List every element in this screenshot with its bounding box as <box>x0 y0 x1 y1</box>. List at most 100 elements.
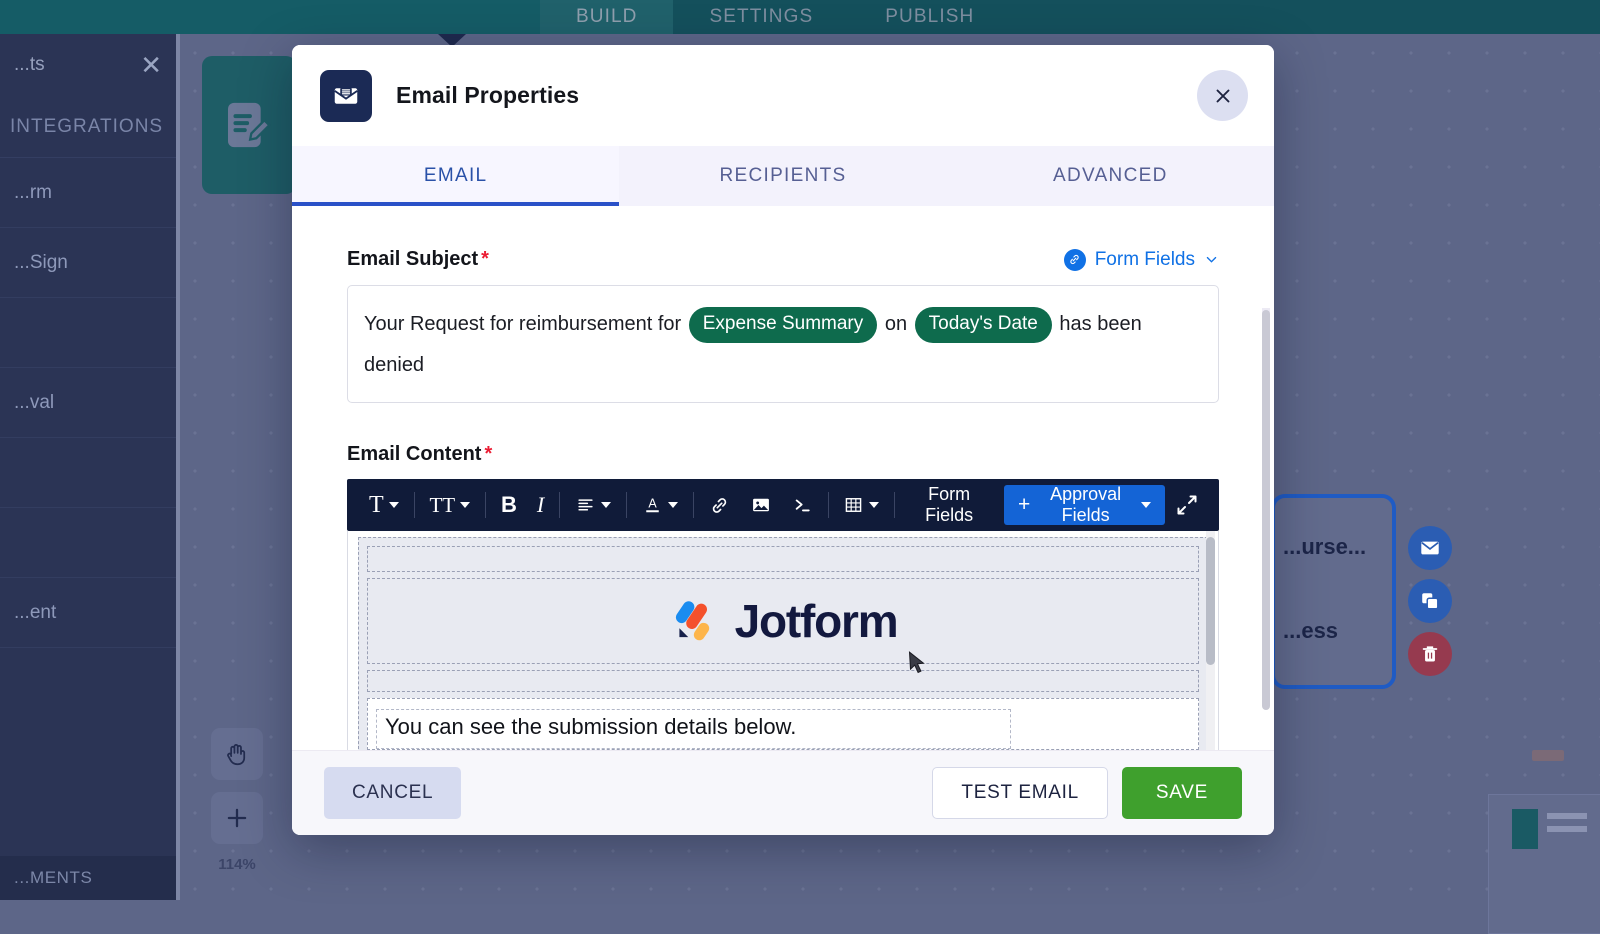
subject-form-fields-dropdown[interactable]: Form Fields <box>1064 249 1219 271</box>
tab-recipients[interactable]: RECIPIENTS <box>619 146 946 206</box>
align-icon <box>575 496 596 514</box>
jotform-logo: Jotform <box>669 594 898 648</box>
sidebar-item-form[interactable]: ...rm <box>0 158 176 228</box>
sidebar-footer-label: ...MENTS <box>14 868 92 888</box>
link-button[interactable] <box>699 485 740 525</box>
chevron-down-icon <box>668 502 678 508</box>
test-email-button[interactable]: TEST EMAIL <box>932 767 1108 819</box>
toolbar-separator <box>626 492 627 518</box>
tab-email[interactable]: EMAIL <box>292 146 619 206</box>
envelope-properties-icon <box>320 70 372 122</box>
subject-token-expense-summary[interactable]: Expense Summary <box>689 307 878 343</box>
top-nav-tab-settings[interactable]: SETTINGS <box>673 0 849 34</box>
editor-form-fields-label: Form Fields <box>910 484 988 526</box>
cancel-button[interactable]: CANCEL <box>324 767 461 819</box>
svg-text:A: A <box>648 497 657 511</box>
sidebar-item-sign[interactable]: ...Sign <box>0 228 176 298</box>
sidebar-item-blank-3[interactable] <box>0 508 176 578</box>
sidebar-item-label: ...val <box>14 392 54 414</box>
email-template-paragraph[interactable]: You can see the submission details below… <box>376 709 1011 749</box>
email-subject-input[interactable]: Your Request for reimbursement for Expen… <box>347 285 1219 403</box>
sidebar-item-blank-1[interactable] <box>0 298 176 368</box>
font-size-button[interactable]: TT <box>419 485 480 525</box>
subject-text-1: Your Request for reimbursement for <box>364 313 687 335</box>
modal-header: Email Properties <box>292 45 1274 146</box>
duplicate-action-button[interactable] <box>1408 579 1452 623</box>
italic-button[interactable]: I <box>527 485 554 525</box>
email-template-body-block: You can see the submission details below… <box>367 698 1199 750</box>
top-nav-tab-build[interactable]: BUILD <box>540 0 673 34</box>
code-icon <box>792 495 813 515</box>
email-template-logo-row: Jotform <box>367 578 1199 664</box>
top-nav-spacer <box>0 0 540 34</box>
close-icon[interactable] <box>1197 70 1248 121</box>
email-subject-label-text: Email Subject <box>347 248 478 270</box>
tab-recipients-label: RECIPIENTS <box>719 165 846 187</box>
image-button[interactable] <box>740 485 782 525</box>
save-button[interactable]: SAVE <box>1122 767 1242 819</box>
sidebar-item-approval[interactable]: ...val <box>0 368 176 438</box>
canvas-chip <box>1532 750 1564 761</box>
email-content-label: Email Content* <box>347 443 1219 466</box>
hand-icon <box>223 740 251 768</box>
sidebar-title: ...ts <box>14 54 45 76</box>
close-icon[interactable]: ✕ <box>140 52 162 78</box>
workflow-node-line1: ...urse... <box>1283 534 1392 560</box>
text-color-button[interactable]: A <box>632 485 688 525</box>
duplicate-icon <box>1419 590 1441 612</box>
delete-action-button[interactable] <box>1408 632 1452 676</box>
toolbar-separator <box>559 492 560 518</box>
bold-glyph: B <box>501 492 517 518</box>
zoom-percent-label: 114% <box>211 856 263 873</box>
email-subject-label: Email Subject* <box>347 248 489 271</box>
workflow-node-start[interactable] <box>202 56 296 194</box>
workflow-node-selected[interactable]: ...urse... ...ess <box>1271 494 1396 689</box>
text-style-button[interactable]: T <box>359 485 409 525</box>
table-icon <box>843 495 864 515</box>
expand-editor-button[interactable] <box>1165 485 1207 525</box>
tab-advanced[interactable]: ADVANCED <box>947 146 1274 206</box>
form-sign-icon <box>221 97 277 153</box>
source-code-button[interactable] <box>782 485 823 525</box>
editor-form-fields-button[interactable]: Form Fields <box>900 485 998 525</box>
required-mark: * <box>484 443 492 465</box>
toolbar-separator <box>894 492 895 518</box>
toolbar-separator <box>693 492 694 518</box>
top-nav-tab-publish[interactable]: PUBLISH <box>849 0 1010 34</box>
modal-footer: CANCEL TEST EMAIL SAVE <box>292 750 1274 835</box>
email-action-button[interactable] <box>1408 526 1452 570</box>
canvas-zoom-tools: 114% <box>211 728 263 873</box>
sidebar-list: ...rm ...Sign ...val ...ent <box>0 158 176 648</box>
chevron-down-icon <box>389 502 399 508</box>
email-content-body[interactable]: Jotform You can see the submission detai… <box>347 531 1219 750</box>
chevron-down-icon <box>460 502 470 508</box>
email-properties-modal: Email Properties EMAIL RECIPIENTS ADVANC… <box>292 45 1274 835</box>
pan-tool-button[interactable] <box>211 728 263 780</box>
bold-button[interactable]: B <box>491 485 527 525</box>
sidebar-item-label: ...rm <box>14 182 52 204</box>
top-nav-tab-settings-label: SETTINGS <box>709 6 813 28</box>
sidebar-tab-integrations[interactable]: INTEGRATIONS <box>0 96 176 158</box>
subject-token-todays-date[interactable]: Today's Date <box>915 307 1052 343</box>
plus-icon: + <box>1018 493 1030 517</box>
required-mark: * <box>481 248 489 270</box>
sidebar-item-payment[interactable]: ...ent <box>0 578 176 648</box>
editor-toolbar: T TT B I <box>347 479 1219 531</box>
zoom-in-button[interactable] <box>211 792 263 844</box>
canvas-card-partial[interactable] <box>1488 794 1600 934</box>
sidebar-item-label: ...ent <box>14 602 56 624</box>
left-sidebar: ...ts ✕ INTEGRATIONS ...rm ...Sign ...va… <box>0 34 176 900</box>
top-nav-tab-publish-label: PUBLISH <box>885 6 974 28</box>
editor-scrollbar-thumb[interactable] <box>1206 537 1215 665</box>
jotform-wordmark: Jotform <box>735 594 898 648</box>
sidebar-item-blank-2[interactable] <box>0 438 176 508</box>
sidebar-footer[interactable]: ...MENTS <box>0 856 176 900</box>
sidebar-item-label: ...Sign <box>14 252 68 274</box>
link-icon <box>709 495 730 516</box>
table-button[interactable] <box>833 485 889 525</box>
workflow-node-line2: ...ess <box>1283 618 1392 644</box>
modal-scrollbar-thumb[interactable] <box>1262 310 1270 710</box>
sidebar-tab-integrations-label: INTEGRATIONS <box>10 116 163 138</box>
approval-fields-button[interactable]: + Approval Fields <box>1004 485 1165 525</box>
align-button[interactable] <box>565 485 621 525</box>
